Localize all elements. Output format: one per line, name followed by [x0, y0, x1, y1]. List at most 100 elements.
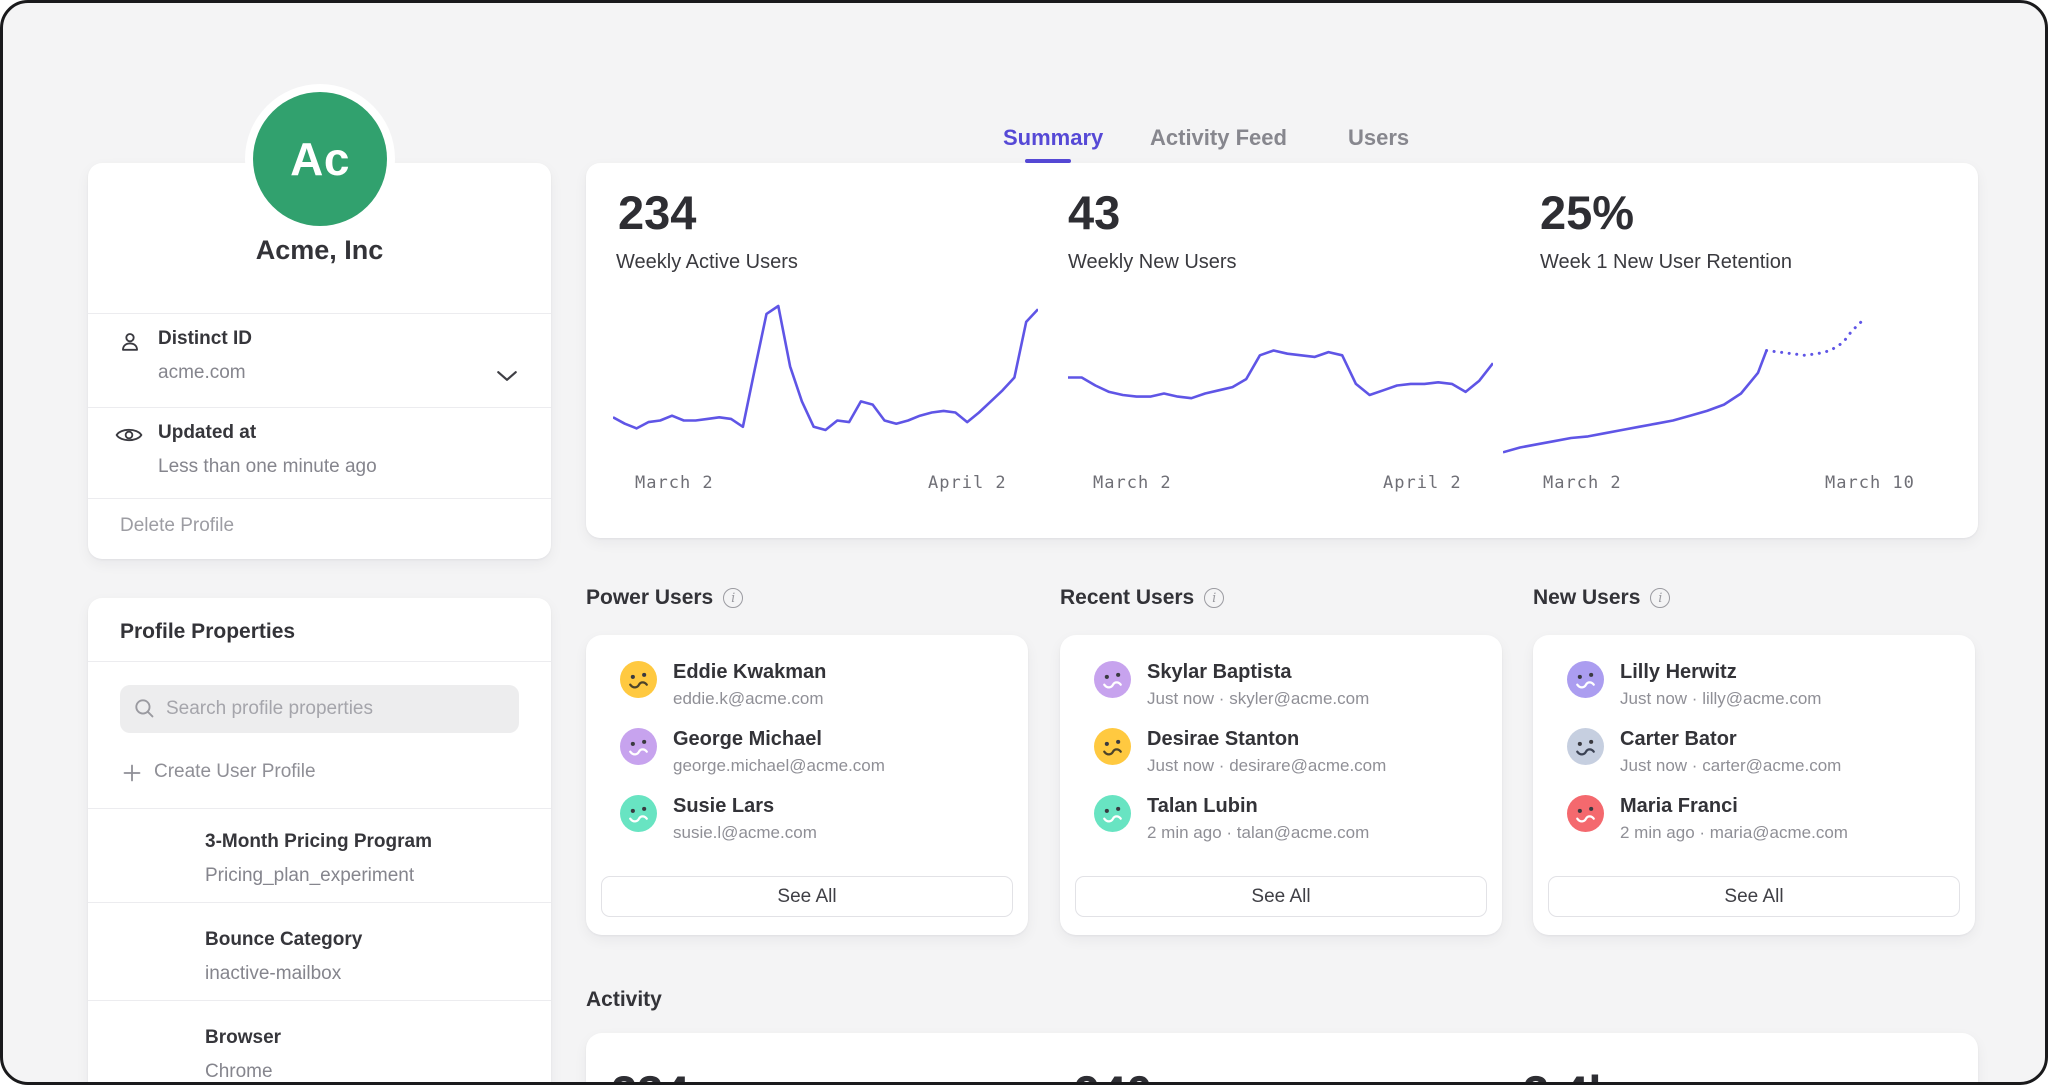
avatar — [620, 728, 657, 765]
avatar — [1567, 661, 1604, 698]
user-list-item[interactable]: Carter Bator Just now · carter@acme.com — [1567, 728, 1841, 776]
search-icon — [134, 698, 155, 724]
info-icon[interactable]: i — [723, 588, 743, 608]
search-input[interactable] — [120, 685, 519, 733]
user-name: Eddie Kwakman — [673, 661, 826, 684]
recent-users-title: Recent Users — [1060, 586, 1194, 610]
user-list-item[interactable]: Susie Lars susie.l@acme.com — [620, 795, 817, 843]
distinct-id-label: Distinct ID — [158, 328, 252, 350]
divider — [88, 808, 551, 809]
user-list-item[interactable]: Maria Franci 2 min ago · maria@acme.com — [1567, 795, 1848, 843]
weekly-new-users-chart — [1068, 303, 1493, 468]
profile-properties-title: Profile Properties — [120, 620, 295, 644]
power-users-card: Eddie Kwakman eddie.k@acme.com George Mi… — [586, 635, 1028, 935]
user-subtext: 2 min ago · maria@acme.com — [1620, 823, 1848, 843]
user-list-item[interactable]: Eddie Kwakman eddie.k@acme.com — [620, 661, 826, 709]
user-name: Carter Bator — [1620, 728, 1841, 751]
power-users-header: Power Users i — [586, 586, 743, 610]
tab-activity-feed[interactable]: Activity Feed — [1150, 125, 1287, 151]
x-tick: April 2 — [928, 473, 1007, 493]
retention-chart — [1503, 303, 1928, 468]
summary-metrics-card: 234 Weekly Active Users 43 Weekly New Us… — [586, 163, 1978, 538]
tab-users[interactable]: Users — [1348, 125, 1409, 151]
user-subtext: susie.l@acme.com — [673, 823, 817, 843]
avatar — [1094, 795, 1131, 832]
eye-icon — [115, 425, 143, 445]
weekly-active-users-chart — [613, 303, 1038, 468]
search-profile-properties — [120, 685, 519, 733]
person-icon — [116, 329, 144, 355]
new-users-card: Lilly Herwitz Just now · lilly@acme.com … — [1533, 635, 1975, 935]
activity-metric-value: 940 — [1074, 1065, 1152, 1085]
updated-at-value: Less than one minute ago — [158, 456, 377, 478]
plus-icon — [122, 763, 142, 788]
tab-summary[interactable]: Summary — [1003, 125, 1103, 151]
chevron-down-icon[interactable] — [496, 369, 518, 387]
user-list-item[interactable]: Talan Lubin 2 min ago · talan@acme.com — [1094, 795, 1369, 843]
user-list-item[interactable]: George Michael george.michael@acme.com — [620, 728, 885, 776]
x-tick: March 10 — [1825, 473, 1915, 493]
user-name: Talan Lubin — [1147, 795, 1369, 818]
activity-metric-value: 234 — [611, 1065, 689, 1085]
divider — [88, 498, 551, 499]
delete-profile-button[interactable]: Delete Profile — [120, 515, 234, 537]
info-icon[interactable]: i — [1204, 588, 1224, 608]
company-avatar-initials: Ac — [253, 92, 387, 226]
see-all-button[interactable]: See All — [1548, 876, 1960, 917]
activity-metric-value: 3.4k — [1523, 1065, 1614, 1085]
user-subtext: Just now · desirare@acme.com — [1147, 756, 1386, 776]
see-all-button[interactable]: See All — [1075, 876, 1487, 917]
property-value: Chrome — [205, 1061, 273, 1083]
new-users-header: New Users i — [1533, 586, 1670, 610]
user-subtext: 2 min ago · talan@acme.com — [1147, 823, 1369, 843]
activity-title: Activity — [586, 988, 662, 1012]
avatar — [620, 661, 657, 698]
weekly-new-users-label: Weekly New Users — [1068, 251, 1237, 274]
user-name: Lilly Herwitz — [1620, 661, 1821, 684]
property-name: Bounce Category — [205, 929, 362, 951]
info-icon[interactable]: i — [1650, 588, 1670, 608]
property-name: 3-Month Pricing Program — [205, 831, 432, 853]
power-users-title: Power Users — [586, 586, 713, 610]
user-subtext: eddie.k@acme.com — [673, 689, 826, 709]
new-users-title: New Users — [1533, 586, 1640, 610]
divider — [88, 1000, 551, 1001]
weekly-active-users-label: Weekly Active Users — [616, 251, 798, 274]
see-all-button[interactable]: See All — [601, 876, 1013, 917]
app-window: Ac Distinct ID acme.com Updated at — [0, 0, 2048, 1085]
company-name: Acme, Inc — [88, 235, 551, 266]
create-user-profile-button[interactable]: Create User Profile — [154, 761, 316, 783]
divider — [88, 313, 551, 314]
user-list-item[interactable]: Skylar Baptista Just now · skyler@acme.c… — [1094, 661, 1369, 709]
activity-card: 234 940 3.4k — [586, 1033, 1978, 1085]
user-name: Desirae Stanton — [1147, 728, 1386, 751]
user-name: George Michael — [673, 728, 885, 751]
user-name: Skylar Baptista — [1147, 661, 1369, 684]
user-subtext: Just now · lilly@acme.com — [1620, 689, 1821, 709]
property-value: inactive-mailbox — [205, 963, 341, 985]
user-list-item[interactable]: Lilly Herwitz Just now · lilly@acme.com — [1567, 661, 1821, 709]
avatar — [620, 795, 657, 832]
x-tick: March 2 — [1543, 473, 1622, 493]
weekly-new-users-value: 43 — [1068, 185, 1120, 241]
weekly-active-users-value: 234 — [618, 185, 696, 241]
avatar — [1094, 661, 1131, 698]
divider — [88, 661, 551, 662]
company-avatar: Ac — [245, 84, 395, 234]
profile-properties-card: Profile Properties Create User Profile 3… — [88, 598, 551, 1085]
x-tick: March 2 — [1093, 473, 1172, 493]
retention-label: Week 1 New User Retention — [1540, 251, 1792, 274]
divider — [88, 902, 551, 903]
user-name: Maria Franci — [1620, 795, 1848, 818]
property-name: Browser — [205, 1027, 281, 1049]
divider — [88, 407, 551, 408]
distinct-id-value: acme.com — [158, 362, 246, 384]
retention-value: 25% — [1540, 185, 1634, 241]
x-tick: March 2 — [635, 473, 714, 493]
updated-at-label: Updated at — [158, 422, 256, 444]
activity-header: Activity — [586, 988, 662, 1012]
user-subtext: Just now · carter@acme.com — [1620, 756, 1841, 776]
avatar — [1567, 795, 1604, 832]
user-list-item[interactable]: Desirae Stanton Just now · desirare@acme… — [1094, 728, 1386, 776]
user-name: Susie Lars — [673, 795, 817, 818]
